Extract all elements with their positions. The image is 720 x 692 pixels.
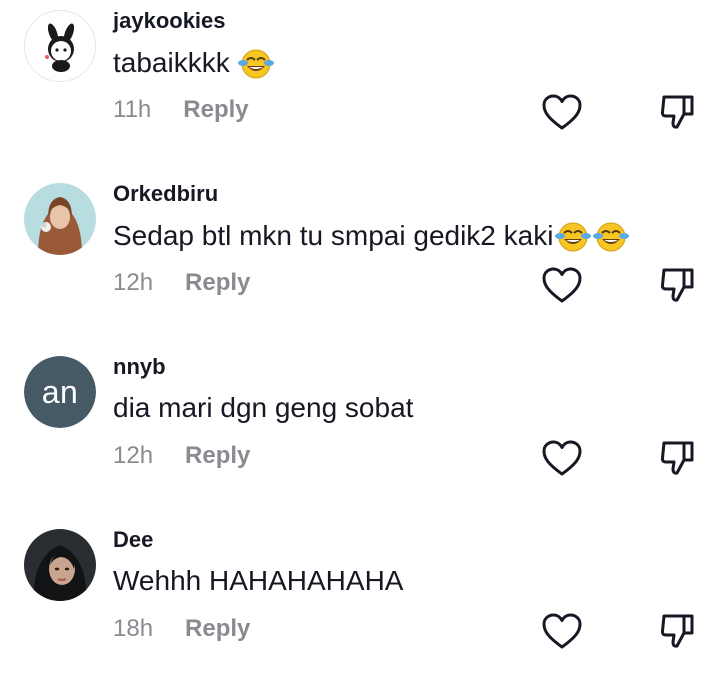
photo-avatar-image — [24, 529, 96, 601]
thumbs-down-icon[interactable] — [658, 438, 698, 478]
reply-button[interactable]: Reply — [185, 615, 250, 643]
comment-meta: 18h Reply — [113, 615, 250, 643]
cartoon-avatar-image — [25, 11, 95, 81]
thumbs-down-icon[interactable] — [658, 92, 698, 132]
face-with-tears-of-joy-emoji-icon — [555, 219, 592, 253]
heart-icon[interactable] — [540, 265, 584, 305]
avatar[interactable] — [24, 183, 96, 255]
comment-item: jaykookies tabaikkkk 11h Reply — [0, 0, 720, 173]
heart-icon[interactable] — [540, 611, 584, 651]
face-with-tears-of-joy-emoji-icon — [593, 219, 630, 253]
comment-username[interactable]: jaykookies — [113, 8, 226, 34]
comment-item: Dee Wehhh HAHAHAHAHA 18h Reply — [0, 519, 720, 692]
comment-time: 11h — [113, 96, 152, 123]
comment-text: Wehhh HAHAHAHAHA — [113, 565, 403, 597]
reply-button[interactable]: Reply — [183, 96, 248, 124]
thumbs-down-icon[interactable] — [658, 265, 698, 305]
heart-icon[interactable] — [540, 438, 584, 478]
comment-username[interactable]: Orkedbiru — [113, 181, 218, 207]
comment-meta: 12h Reply — [113, 269, 250, 297]
avatar[interactable] — [24, 10, 96, 82]
comment-time: 12h — [113, 442, 154, 469]
comment-meta: 11h Reply — [113, 96, 249, 124]
comment-item: an nnyb dia mari dgn geng sobat 12h Repl… — [0, 346, 720, 519]
comment-username[interactable]: Dee — [113, 527, 153, 553]
comment-text: Sedap btl mkn tu smpai gedik2 kaki — [113, 219, 630, 253]
comment-text-content: tabaikkkk — [113, 47, 230, 78]
face-with-tears-of-joy-emoji-icon — [237, 46, 274, 80]
thumbs-down-icon[interactable] — [658, 611, 698, 651]
comment-text: tabaikkkk — [113, 46, 274, 80]
comment-text: dia mari dgn geng sobat — [113, 392, 413, 424]
avatar-initials: an — [24, 356, 96, 428]
comment-username[interactable]: nnyb — [113, 354, 166, 380]
hijab-photo-avatar-image — [24, 183, 96, 255]
comment-text-content: Sedap btl mkn tu smpai gedik2 kaki — [113, 220, 554, 251]
comment-time: 12h — [113, 269, 154, 296]
comment-item: Orkedbiru Sedap btl mkn tu smpai gedik2 … — [0, 173, 720, 346]
reply-button[interactable]: Reply — [185, 269, 250, 297]
comment-time: 18h — [113, 615, 154, 642]
avatar[interactable] — [24, 529, 96, 601]
comment-text-content: dia mari dgn geng sobat — [113, 392, 414, 423]
reply-button[interactable]: Reply — [185, 442, 250, 470]
comment-text-content: Wehhh HAHAHAHAHA — [113, 565, 404, 596]
comment-meta: 12h Reply — [113, 442, 250, 470]
heart-icon[interactable] — [540, 92, 584, 132]
avatar[interactable]: an — [24, 356, 96, 428]
